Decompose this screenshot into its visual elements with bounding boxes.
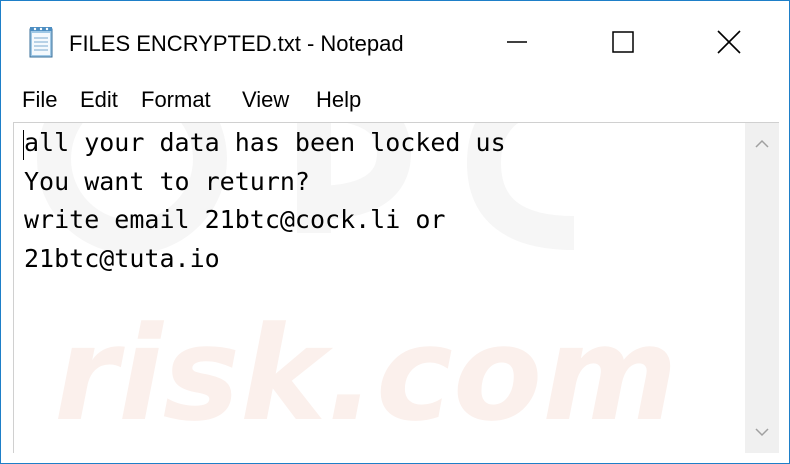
text-editor[interactable]: risk.com all your data has been locked u… bbox=[13, 122, 746, 453]
window-title: FILES ENCRYPTED.txt - Notepad bbox=[69, 31, 404, 56]
maximize-icon bbox=[612, 31, 634, 53]
notepad-window: FILES ENCRYPTED.txt - Notepad File Edit … bbox=[0, 0, 790, 464]
text-line: write email 21btc@cock.li or bbox=[24, 205, 446, 234]
text-line: all your data has been locked us bbox=[24, 128, 506, 157]
menu-format[interactable]: Format bbox=[141, 87, 211, 113]
title-bar[interactable]: FILES ENCRYPTED.txt - Notepad bbox=[1, 1, 789, 61]
menu-edit[interactable]: Edit bbox=[80, 87, 118, 113]
watermark-text: risk.com bbox=[54, 298, 678, 450]
menu-view[interactable]: View bbox=[242, 87, 289, 113]
menu-bar: File Edit Format View Help bbox=[1, 85, 789, 119]
chevron-up-icon bbox=[755, 139, 769, 148]
notepad-icon[interactable] bbox=[27, 25, 57, 59]
menu-file[interactable]: File bbox=[22, 87, 57, 113]
close-icon bbox=[717, 30, 741, 54]
text-line: You want to return? bbox=[24, 167, 310, 196]
chevron-down-icon bbox=[755, 428, 769, 437]
minimize-button[interactable] bbox=[489, 23, 545, 61]
scroll-down-button[interactable] bbox=[745, 413, 779, 453]
scroll-up-button[interactable] bbox=[745, 123, 779, 163]
vertical-scrollbar[interactable] bbox=[745, 122, 779, 453]
minimize-icon bbox=[507, 41, 527, 43]
close-button[interactable] bbox=[701, 23, 757, 61]
maximize-button[interactable] bbox=[595, 23, 651, 61]
menu-help[interactable]: Help bbox=[316, 87, 361, 113]
text-line: 21btc@tuta.io bbox=[24, 244, 220, 273]
